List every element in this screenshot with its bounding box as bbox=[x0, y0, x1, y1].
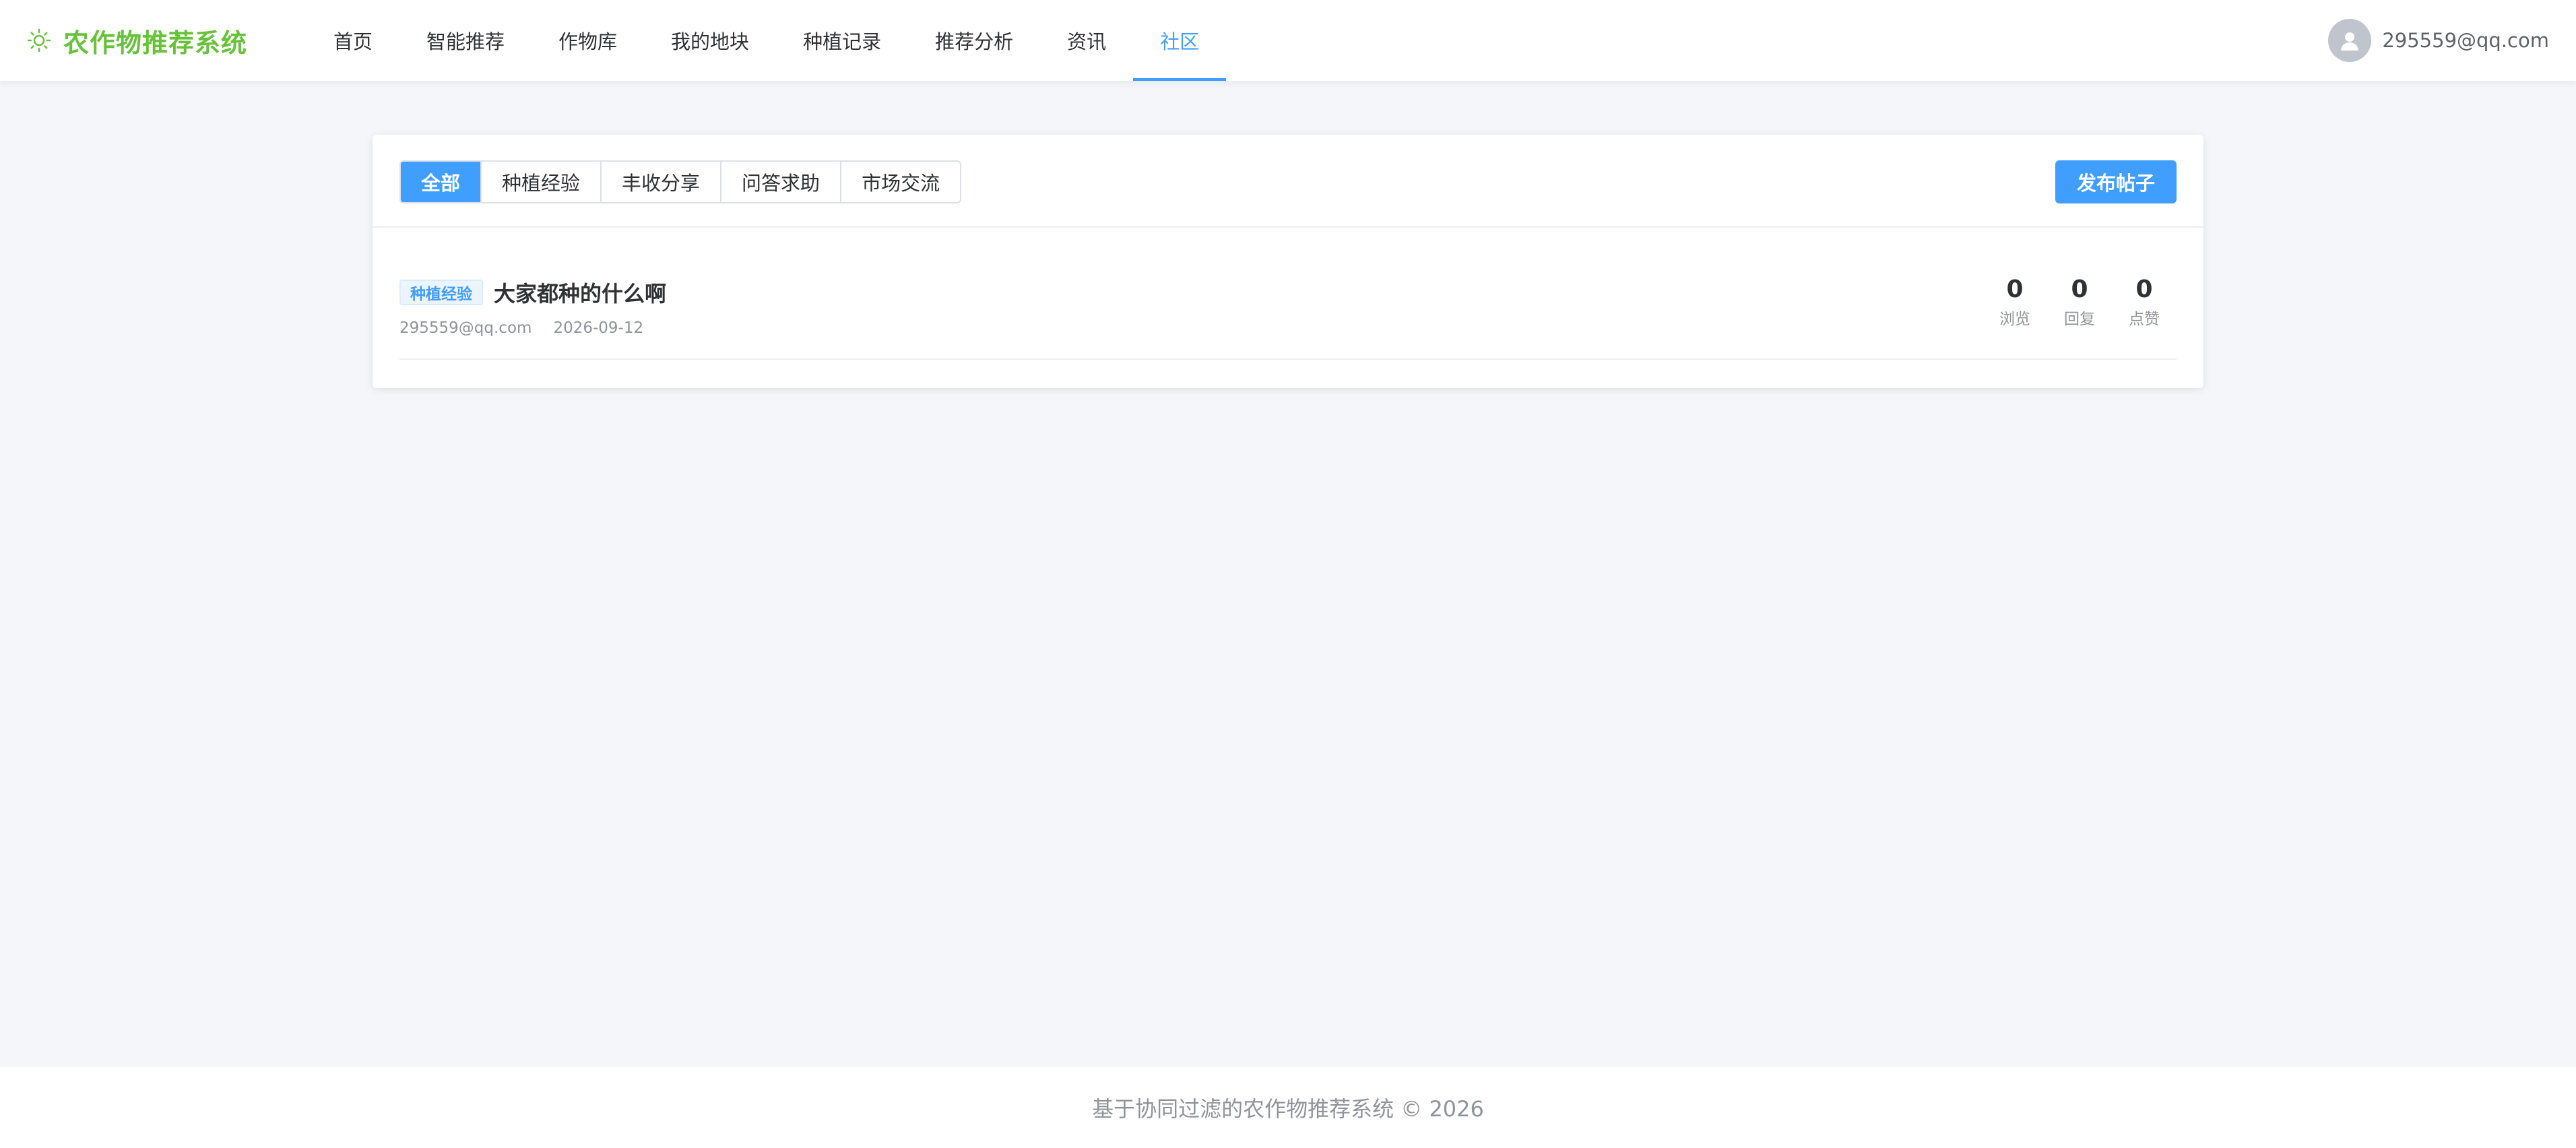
publish-post-button[interactable]: 发布帖子 bbox=[2055, 160, 2177, 203]
page-footer: 基于协同过滤的农作物推荐系统 © 2026 bbox=[0, 1067, 2576, 1148]
replies-label: 回复 bbox=[2064, 311, 2095, 328]
post-date: 2026-09-12 bbox=[553, 319, 644, 337]
stat-replies: 0 回复 bbox=[2047, 276, 2112, 329]
sun-icon bbox=[27, 28, 51, 53]
post-title[interactable]: 大家都种的什么啊 bbox=[494, 277, 666, 308]
nav-item-crop-library[interactable]: 作物库 bbox=[532, 0, 644, 81]
category-tabs: 全部 种植经验 丰收分享 问答求助 市场交流 bbox=[399, 160, 962, 203]
views-label: 浏览 bbox=[1999, 311, 2030, 328]
top-header: 农作物推荐系统 首页 智能推荐 作物库 我的地块 种植记录 推荐分析 资讯 社区… bbox=[0, 0, 2576, 81]
nav-item-community[interactable]: 社区 bbox=[1133, 0, 1227, 81]
post-meta: 295559@qq.com 2026-09-12 bbox=[399, 319, 643, 337]
nav-item-recommend-analysis[interactable]: 推荐分析 bbox=[908, 0, 1040, 81]
post-category-tag: 种植经验 bbox=[399, 280, 483, 305]
footer-text: 基于协同过滤的农作物推荐系统 © 2026 bbox=[1092, 1096, 1484, 1122]
nav-item-my-plots[interactable]: 我的地块 bbox=[644, 0, 776, 81]
nav-item-smart-recommend[interactable]: 智能推荐 bbox=[399, 0, 532, 81]
user-menu[interactable]: 295559@qq.com bbox=[2328, 0, 2549, 81]
tab-harvest-share[interactable]: 丰收分享 bbox=[602, 162, 722, 202]
main-nav: 首页 智能推荐 作物库 我的地块 种植记录 推荐分析 资讯 社区 bbox=[307, 0, 1227, 81]
avatar[interactable] bbox=[2328, 19, 2372, 62]
stat-likes: 0 点赞 bbox=[2112, 276, 2177, 329]
tab-all[interactable]: 全部 bbox=[401, 162, 482, 202]
views-count: 0 bbox=[2006, 276, 2024, 303]
logo[interactable]: 农作物推荐系统 bbox=[27, 0, 247, 81]
stat-views: 0 浏览 bbox=[1983, 276, 2047, 329]
likes-count: 0 bbox=[2135, 276, 2153, 303]
logo-text: 农作物推荐系统 bbox=[63, 28, 248, 58]
post-list-item[interactable]: 种植经验 大家都种的什么啊 295559@qq.com 2026-09-12 0… bbox=[399, 228, 2177, 360]
nav-item-planting-records[interactable]: 种植记录 bbox=[776, 0, 908, 81]
user-icon bbox=[2341, 32, 2359, 51]
tab-market-exchange[interactable]: 市场交流 bbox=[841, 162, 961, 202]
tab-planting-experience[interactable]: 种植经验 bbox=[482, 162, 602, 202]
tab-qa-help[interactable]: 问答求助 bbox=[721, 162, 842, 202]
post-stats: 0 浏览 0 回复 0 点赞 bbox=[1983, 276, 2177, 329]
community-card: 全部 种植经验 丰收分享 问答求助 市场交流 发布帖子 种植经验 大家都种的什么… bbox=[373, 135, 2203, 388]
nav-item-news[interactable]: 资讯 bbox=[1040, 0, 1133, 81]
post-author: 295559@qq.com bbox=[399, 319, 532, 337]
post-title-row: 种植经验 大家都种的什么啊 bbox=[399, 277, 666, 308]
user-name[interactable]: 295559@qq.com bbox=[2382, 29, 2549, 52]
card-toolbar: 全部 种植经验 丰收分享 问答求助 市场交流 发布帖子 bbox=[373, 135, 2203, 228]
nav-item-home[interactable]: 首页 bbox=[307, 0, 399, 81]
likes-label: 点赞 bbox=[2129, 311, 2160, 328]
replies-count: 0 bbox=[2071, 276, 2088, 303]
